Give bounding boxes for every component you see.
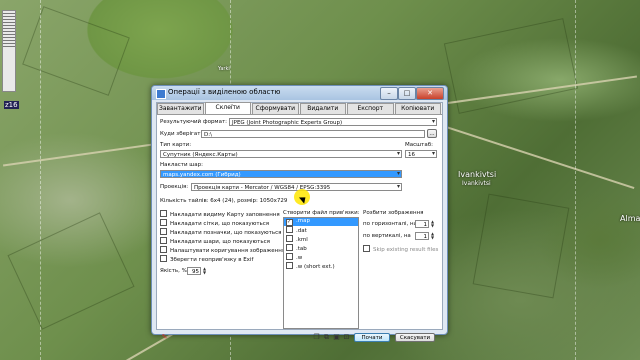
app-icon — [156, 89, 166, 99]
split-vertical-label: по вертикалі, на — [363, 233, 411, 239]
map-place-label: Ivankivtsi — [462, 180, 491, 187]
tab-bar: Завантажити Склеїти Сформувати Видалити … — [157, 102, 442, 114]
tab-delete[interactable]: Видалити — [299, 103, 346, 114]
option-image-correction[interactable]: Налаштувати коригування зображення — [160, 246, 285, 254]
option-exif-georef[interactable]: Зберегти геоприв'язку в Exif — [160, 255, 253, 263]
split-vertical-input[interactable]: 1 — [415, 232, 429, 240]
option-grids[interactable]: Накладати сітки, що показуються — [160, 219, 269, 227]
option-label: Налаштувати коригування зображення — [170, 248, 286, 254]
zoom-slider[interactable] — [2, 10, 16, 92]
start-button[interactable]: Почати — [354, 333, 390, 342]
checkbox[interactable] — [160, 246, 167, 253]
tab-generate[interactable]: Сформувати — [252, 103, 299, 114]
tab-stitch[interactable]: Склеїти — [204, 102, 251, 114]
option-marks[interactable]: Накладати позначки, що показуються — [160, 228, 281, 236]
checkbox[interactable] — [160, 210, 167, 217]
quality-label: Якість, % — [160, 268, 187, 274]
save-to-label: Куди зберігати: — [160, 131, 206, 137]
map-field — [22, 6, 130, 96]
checkbox[interactable] — [160, 228, 167, 235]
list-item[interactable]: .dat — [284, 226, 358, 235]
list-item[interactable]: .w (short ext.) — [284, 262, 358, 271]
split-vertical-spinner-icon[interactable]: ▲ ▼ — [430, 232, 435, 240]
option-label: Накладати сітки, що показуються — [170, 221, 270, 227]
split-image-label: Розбити зображення — [363, 210, 424, 216]
option-label: Зберегти геоприв'язку в Exif — [170, 257, 254, 263]
maximize-button[interactable]: □ — [398, 87, 416, 100]
tab-export[interactable]: Експорт — [347, 103, 394, 114]
cancel-button[interactable]: Скасувати — [395, 333, 435, 342]
list-item[interactable]: .tab — [284, 244, 358, 253]
checkbox[interactable] — [363, 245, 370, 252]
option-label: Накладати шари, що показуються — [170, 239, 270, 245]
mouse-cursor-highlight — [294, 189, 310, 205]
zoom-level-label: z16 — [4, 101, 19, 109]
copy-icon[interactable]: ❐ — [313, 334, 320, 341]
save-to-input[interactable]: D:\ — [201, 130, 425, 138]
list-item[interactable]: .w — [284, 253, 358, 262]
option-fill-map[interactable]: Накладати видиму Карту заповнення — [160, 210, 280, 218]
quality-spinner-icon[interactable]: ▲ ▼ — [202, 267, 207, 275]
tile-boundary — [40, 0, 41, 360]
list-item[interactable]: .kml — [284, 235, 358, 244]
map-place-label: Ivankivtsi — [458, 170, 497, 179]
operations-dialog: Операції з виділеною областю – □ ✕ Заван… — [151, 85, 448, 342]
tab-download[interactable]: Завантажити — [157, 103, 204, 114]
map-place-label: Almaze — [620, 214, 640, 223]
split-horizontal-input[interactable]: 1 — [415, 220, 429, 228]
checkbox[interactable] — [160, 219, 167, 226]
option-label: Накладати позначки, що показуються — [170, 230, 282, 236]
save-settings-icon[interactable]: ▣ — [333, 334, 340, 341]
projection-label: Проекція: — [160, 184, 189, 190]
tile-boundary — [575, 0, 576, 360]
dialog-titlebar[interactable]: Операції з виділеною областю – □ ✕ — [152, 86, 447, 100]
result-format-label: Результуючий формат: — [160, 119, 228, 125]
overlay-label: Накласти шар: — [160, 162, 204, 168]
queue-icon[interactable]: ⧉ — [323, 334, 330, 341]
option-label: Накладати видиму Карту заповнення — [170, 212, 280, 218]
dialog-title: Операції з виділеною областю — [168, 88, 281, 96]
map-place-label: Yarki — [218, 66, 230, 72]
tab-copy[interactable]: Копіювати — [394, 103, 441, 114]
scale-label: Масштаб: — [405, 142, 433, 148]
list-item[interactable]: .map — [284, 218, 358, 226]
split-horizontal-spinner-icon[interactable]: ▲ ▼ — [430, 220, 435, 228]
map-type-label: Тип карти: — [160, 142, 192, 148]
scale-select[interactable]: 16 — [405, 150, 437, 158]
pin-icon[interactable]: ✎ — [161, 334, 168, 341]
tile-count-info: Кількість тайлів: 6x4 (24), розмір: 1050… — [160, 198, 288, 204]
dialog-body: Завантажити Склеїти Сформувати Видалити … — [156, 102, 443, 342]
map-field — [472, 193, 570, 299]
option-label: Skip existing result files — [373, 247, 439, 253]
map-type-select[interactable]: Супутник (Яндекс.Карты) — [160, 150, 402, 158]
georef-file-label: Створити файл прив'язки: — [283, 210, 360, 216]
skip-existing-checkbox[interactable]: Skip existing result files — [363, 245, 438, 253]
map-field — [7, 212, 135, 330]
split-horizontal-label: по горизонталі, на — [363, 221, 417, 227]
overlay-select[interactable]: maps.yandex.com (Гибрид) — [160, 170, 402, 178]
browse-button[interactable]: ... — [427, 129, 437, 138]
result-format-select[interactable]: JPEG (Joint Photographic Experts Group) — [229, 118, 437, 126]
checkbox[interactable] — [160, 255, 167, 262]
quality-input[interactable]: 95 — [187, 267, 201, 275]
georef-file-list[interactable]: .map .dat .kml .tab .w .w (short ext.) — [283, 217, 359, 329]
checkbox[interactable] — [160, 237, 167, 244]
load-settings-icon[interactable]: ⊡ — [343, 334, 350, 341]
stitch-pane: Результуючий формат: JPEG (Joint Photogr… — [157, 114, 442, 342]
minimize-button[interactable]: – — [380, 87, 398, 100]
option-layers[interactable]: Накладати шари, що показуються — [160, 237, 270, 245]
close-button[interactable]: ✕ — [416, 87, 444, 100]
